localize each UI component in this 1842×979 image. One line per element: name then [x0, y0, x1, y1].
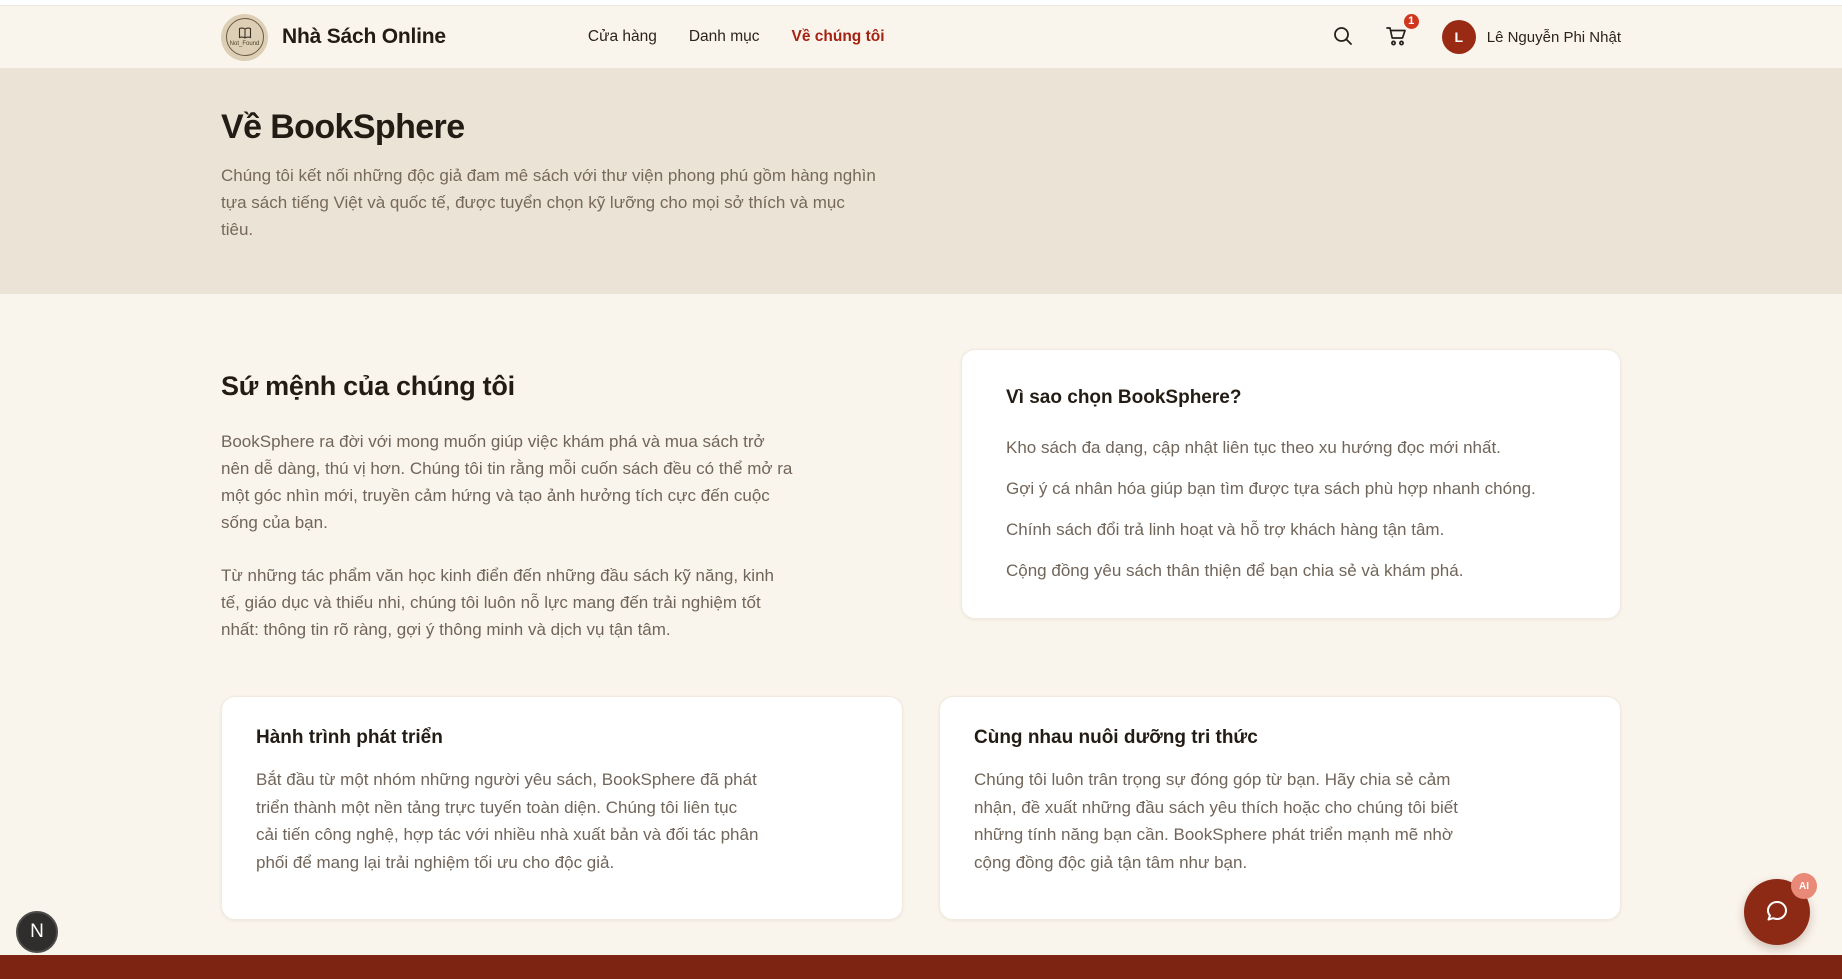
community-card: Cùng nhau nuôi dưỡng tri thức Chúng tôi … [939, 696, 1621, 920]
main-content: Sứ mệnh của chúng tôi BookSphere ra đời … [0, 294, 1842, 955]
logo-caption: Not_Found [229, 41, 260, 47]
user-name[interactable]: Lê Nguyễn Phi Nhật [1487, 29, 1621, 46]
nav-item-about[interactable]: Về chúng tôi [792, 28, 885, 46]
nav-item-shop[interactable]: Cửa hàng [588, 28, 657, 46]
community-card-body: Chúng tôi luôn trân trọng sự đóng góp từ… [974, 770, 1458, 872]
mission-title: Sứ mệnh của chúng tôi [221, 371, 515, 401]
header-actions: 1 L Lê Nguyễn Phi Nhật [1328, 11, 1621, 55]
why-choose-title: Vì sao chọn BookSphere? [1006, 387, 1242, 408]
mission-paragraph-1: BookSphere ra đời với mong muốn giúp việ… [221, 432, 793, 532]
mission-paragraph-2: Từ những tác phẩm văn học kinh điển đến … [221, 566, 774, 639]
nav-item-categories[interactable]: Danh mục [689, 28, 760, 46]
why-item-1: Kho sách đa dạng, cập nhật liên tục theo… [1006, 438, 1501, 457]
journey-card-title: Hành trình phát triển [256, 727, 443, 748]
chat-bubble-icon [1761, 895, 1793, 930]
footer-bar [0, 955, 1842, 979]
journey-card-body: Bắt đầu từ một nhóm những người yêu sách… [256, 770, 759, 872]
about-hero-section: Về BookSphere Chúng tôi kết nối những độ… [0, 68, 1842, 294]
site-header: Not_Found Nhà Sách Online Cửa hàng Danh … [0, 6, 1842, 68]
why-choose-card: Vì sao chọn BookSphere? Kho sách đa dạng… [961, 349, 1621, 619]
brand-logo[interactable]: Not_Found [221, 13, 268, 61]
book-icon [237, 27, 253, 40]
why-item-3: Chính sách đổi trả linh hoạt và hỗ trợ k… [1006, 520, 1445, 539]
journey-card: Hành trình phát triển Bắt đầu từ một nhó… [221, 696, 903, 920]
cart-count-badge: 1 [1401, 11, 1421, 31]
main-nav: Cửa hàng Danh mục Về chúng tôi [588, 28, 885, 46]
search-button[interactable] [1328, 21, 1358, 54]
page-subtitle: Chúng tôi kết nối những độc giả đam mê s… [221, 166, 876, 239]
page-title: Về BookSphere [221, 108, 465, 146]
ai-badge: AI [1791, 873, 1817, 899]
chat-assistant-button[interactable]: AI [1744, 873, 1817, 945]
community-card-title: Cùng nhau nuôi dưỡng tri thức [974, 727, 1258, 748]
logo-inner-ring: Not_Found [225, 18, 264, 56]
brand-title[interactable]: Nhà Sách Online [282, 25, 446, 49]
search-icon [1332, 25, 1354, 50]
why-item-2: Gợi ý cá nhân hóa giúp bạn tìm được tựa … [1006, 479, 1536, 498]
dev-tools-badge[interactable]: N [16, 911, 58, 953]
mission-section: Sứ mệnh của chúng tôi BookSphere ra đời … [221, 349, 821, 643]
user-avatar[interactable]: L [1441, 20, 1476, 54]
why-item-4: Cộng đồng yêu sách thân thiện để bạn chi… [1006, 561, 1464, 580]
